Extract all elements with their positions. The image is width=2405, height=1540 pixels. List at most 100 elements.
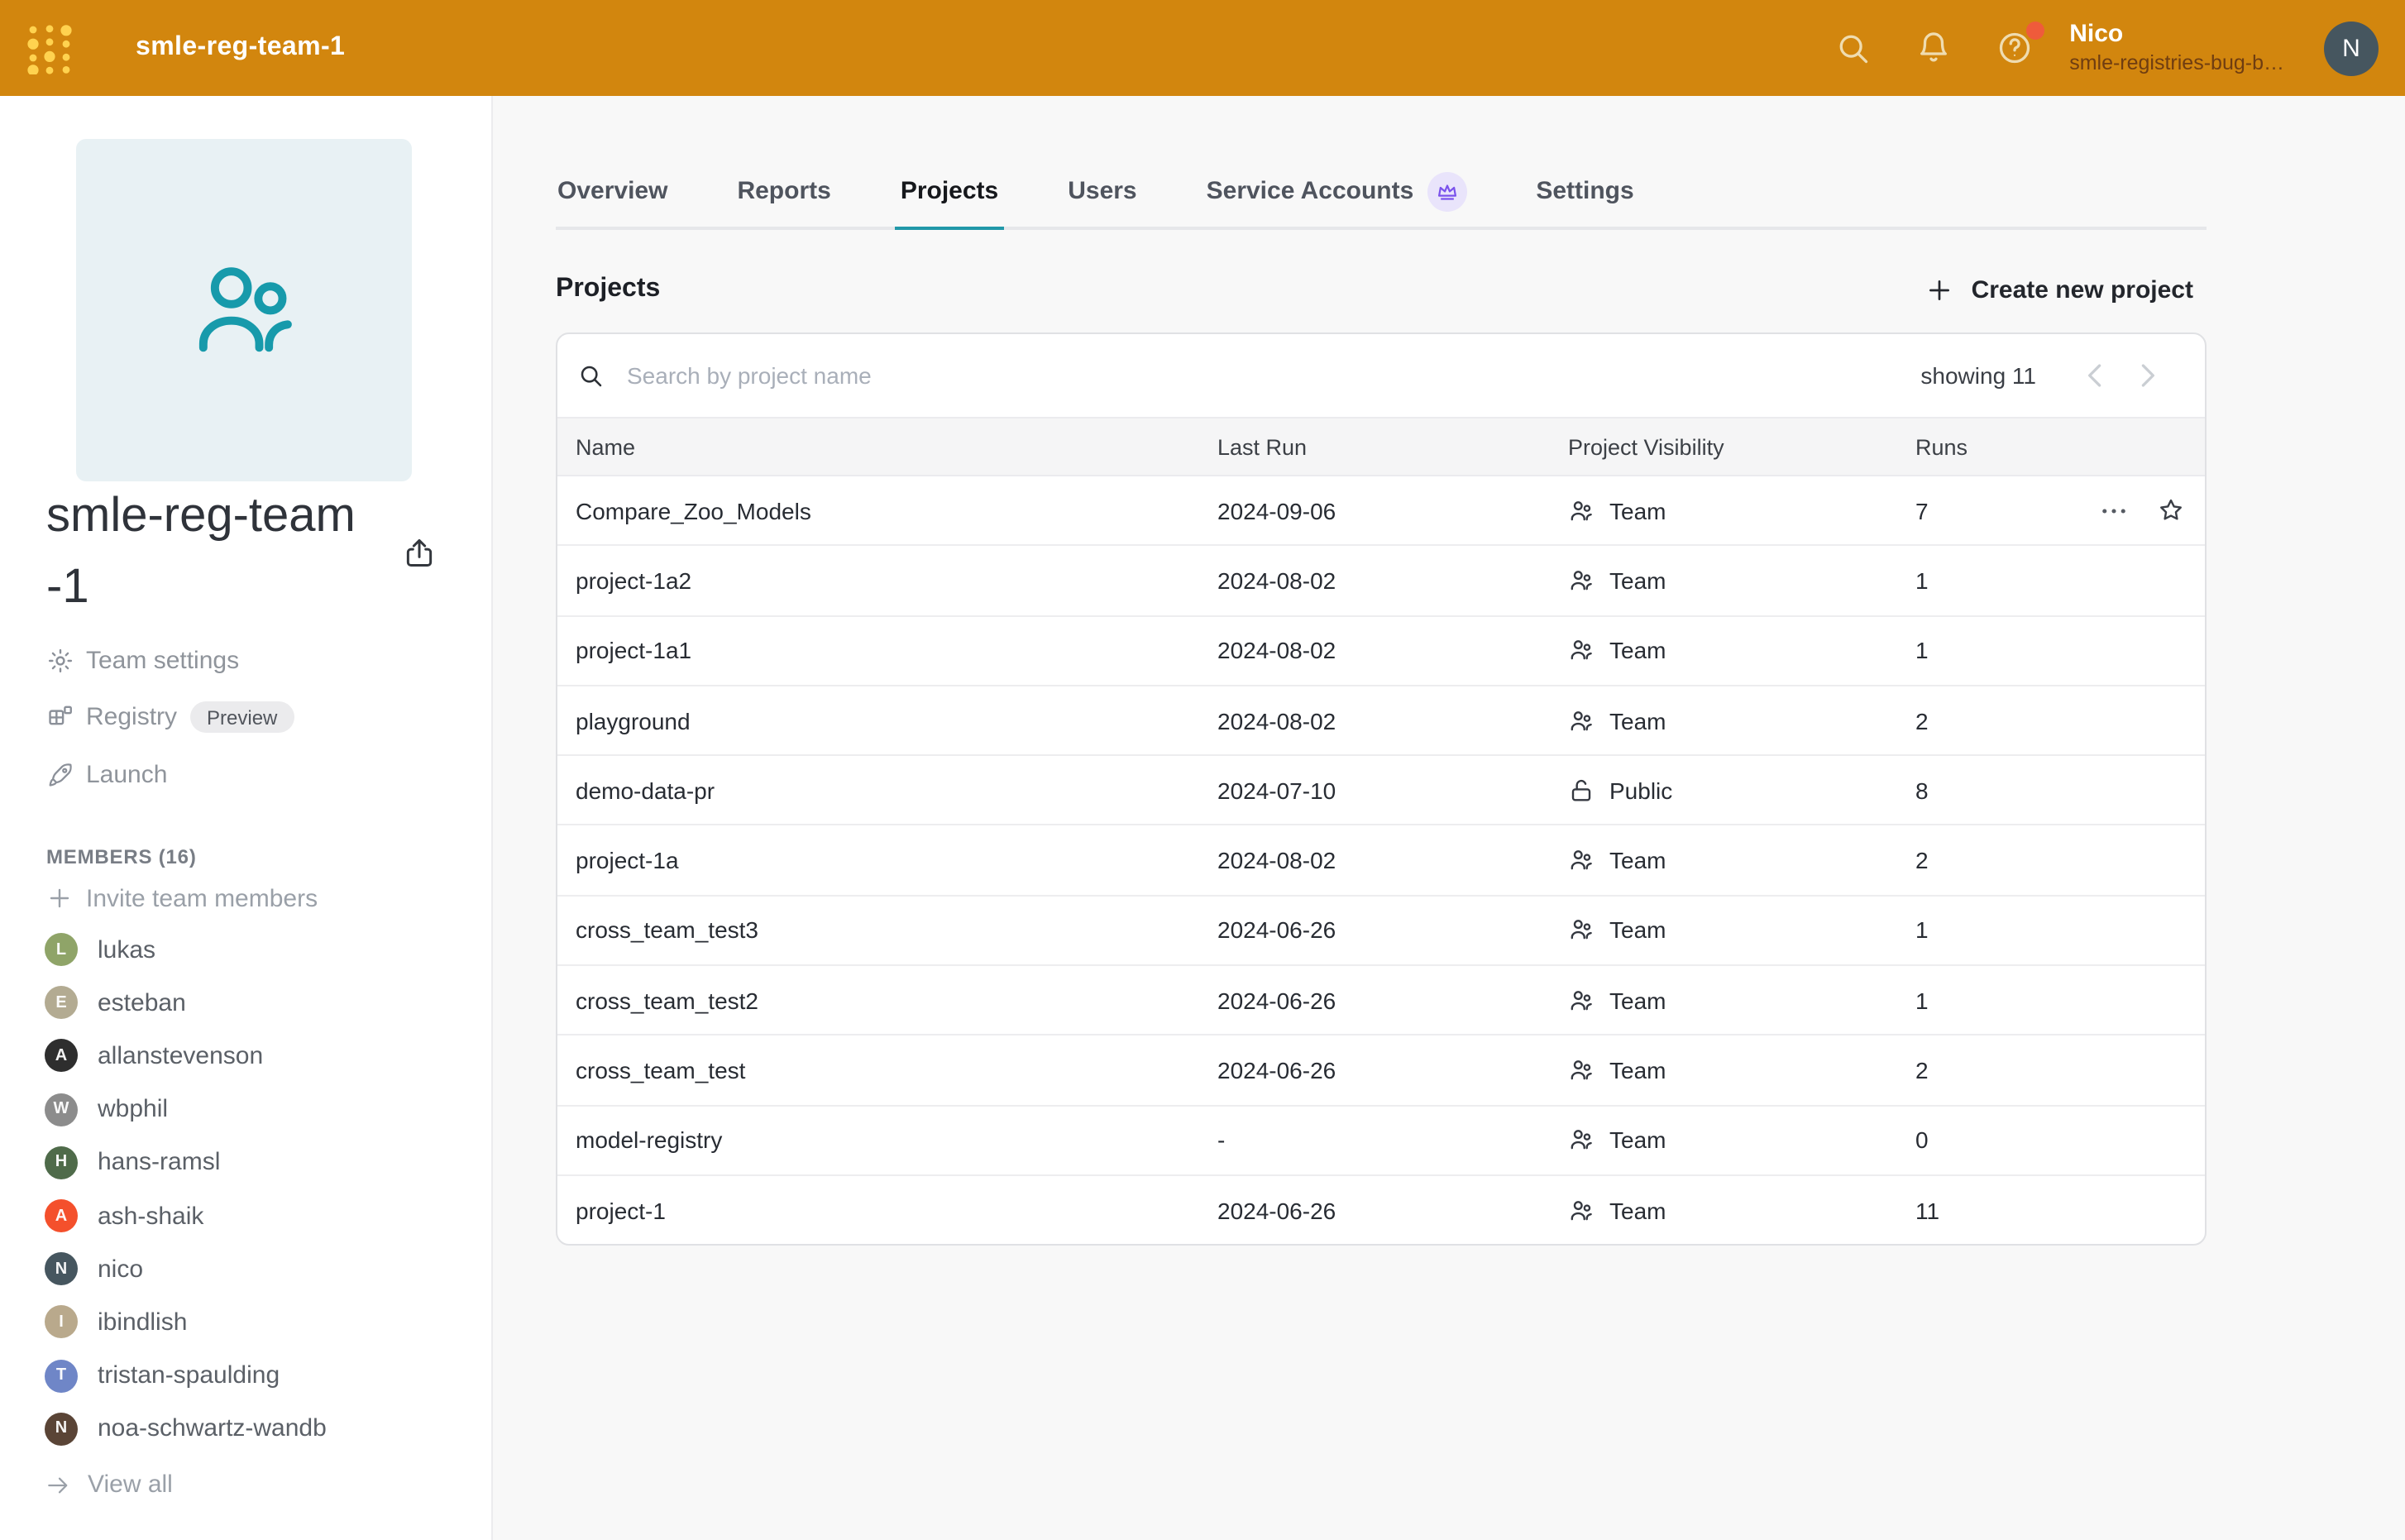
- runs-count-cell: 1: [1915, 567, 2205, 594]
- project-visibility: Team: [1568, 1057, 1915, 1083]
- tab-projects[interactable]: Projects: [899, 155, 1000, 227]
- member-name: tristan-spaulding: [98, 1361, 280, 1389]
- project-name: project-1a2: [557, 567, 1217, 594]
- member-row-nico[interactable]: Nnico: [45, 1242, 327, 1295]
- visibility-label: Team: [1609, 1197, 1666, 1223]
- runs-count: 1: [1915, 987, 1929, 1013]
- sidebar-nav: Team settingsRegistryPreview Launch: [46, 632, 294, 803]
- visibility-label: Team: [1609, 847, 1666, 873]
- column-header-last-run: Last Run: [1217, 434, 1568, 459]
- project-name: project-1a: [557, 847, 1217, 873]
- table-row-playground[interactable]: playground2024-08-02Team2: [557, 685, 2205, 755]
- tab-settings[interactable]: Settings: [1534, 155, 1635, 227]
- table-row-cross_team_test3[interactable]: cross_team_test32024-06-26Team1: [557, 895, 2205, 965]
- project-visibility: Team: [1568, 987, 1915, 1013]
- topbar-right-group: Nico smle-registries-bug-b… N: [1790, 20, 2379, 77]
- sidebar-item-launch[interactable]: Launch: [46, 746, 294, 803]
- invite-team-members-button[interactable]: Invite team members: [46, 878, 318, 918]
- star-icon[interactable]: [2157, 496, 2185, 524]
- app-window: smle-reg-team-1 Nico smle-r: [0, 0, 2405, 1540]
- table-row-project-1a1[interactable]: project-1a12024-08-02Team1: [557, 615, 2205, 685]
- team-users-icon: [1568, 497, 1595, 524]
- table-row-project-1[interactable]: project-12024-06-26Team11: [557, 1174, 2205, 1245]
- runs-count: 1: [1915, 567, 1929, 594]
- member-row-tristan-spaulding[interactable]: Ttristan-spaulding: [45, 1349, 327, 1402]
- table-body: Compare_Zoo_Models2024-09-06Team7project…: [557, 476, 2205, 1245]
- avatar: A: [45, 1040, 78, 1073]
- last-run-date: 2024-09-06: [1217, 497, 1568, 524]
- project-visibility: Public: [1568, 777, 1915, 804]
- create-new-project-button[interactable]: Create new project: [1925, 275, 2207, 304]
- avatar: A: [45, 1199, 78, 1232]
- runs-count: 11: [1915, 1197, 1939, 1223]
- member-name: ash-shaik: [98, 1202, 203, 1230]
- table-row-cross_team_test2[interactable]: cross_team_test22024-06-26Team1: [557, 964, 2205, 1035]
- team-users-icon: [1568, 707, 1595, 734]
- member-row-ibindlish[interactable]: Iibindlish: [45, 1296, 327, 1349]
- crown-badge: [1427, 171, 1466, 211]
- sidebar-item-label: Launch: [86, 761, 167, 789]
- visibility-label: Team: [1609, 497, 1666, 524]
- chevron-left-icon[interactable]: [2077, 357, 2114, 394]
- member-row-hans-ramsl[interactable]: Hhans-ramsl: [45, 1136, 327, 1189]
- table-row-cross_team_test[interactable]: cross_team_test2024-06-26Team2: [557, 1035, 2205, 1105]
- table-row-model-registry[interactable]: model-registry-Team0: [557, 1104, 2205, 1174]
- search-icon[interactable]: [1834, 30, 1871, 66]
- help-icon[interactable]: [1996, 30, 2033, 66]
- team-users-icon: [1568, 987, 1595, 1013]
- table-row-project-1a2[interactable]: project-1a22024-08-02Team1: [557, 545, 2205, 615]
- sidebar-item-registry[interactable]: RegistryPreview: [46, 689, 294, 746]
- team-users-icon: [1568, 1197, 1595, 1223]
- tab-service-accounts[interactable]: Service Accounts: [1205, 155, 1469, 227]
- share-icon[interactable]: [402, 536, 437, 571]
- last-run-date: 2024-08-02: [1217, 707, 1568, 734]
- chevron-right-icon[interactable]: [2129, 357, 2165, 394]
- runs-count: 8: [1915, 777, 1929, 804]
- table-header-row: NameLast RunProject VisibilityRuns: [557, 417, 2205, 476]
- team-people-icon: [186, 252, 302, 368]
- user-avatar[interactable]: N: [2324, 21, 2379, 75]
- tab-users[interactable]: Users: [1066, 155, 1138, 227]
- tab-reports[interactable]: Reports: [735, 155, 832, 227]
- project-visibility: Team: [1568, 707, 1915, 734]
- team-users-icon: [1568, 917, 1595, 944]
- members-header: MEMBERS (16): [46, 845, 197, 868]
- member-row-noa-schwartz-wandb[interactable]: Nnoa-schwartz-wandb: [45, 1402, 327, 1455]
- last-run-date: 2024-07-10: [1217, 777, 1568, 804]
- avatar: E: [45, 987, 78, 1020]
- row-actions: [2099, 495, 2205, 525]
- member-row-esteban[interactable]: Eesteban: [45, 976, 327, 1029]
- last-run-date: 2024-08-02: [1217, 567, 1568, 594]
- project-name: demo-data-pr: [557, 777, 1217, 804]
- tab-overview[interactable]: Overview: [556, 155, 669, 227]
- team-users-icon: [1568, 1127, 1595, 1154]
- runs-count-cell: 2: [1915, 847, 2205, 873]
- member-name: nico: [98, 1255, 143, 1283]
- member-row-lukas[interactable]: Llukas: [45, 923, 327, 976]
- project-visibility: Team: [1568, 847, 1915, 873]
- last-run-date: 2024-06-26: [1217, 1057, 1568, 1083]
- table-row-demo-data-pr[interactable]: demo-data-pr2024-07-10Public8: [557, 754, 2205, 825]
- view-all-members-link[interactable]: View all: [45, 1459, 327, 1512]
- member-row-allanstevenson[interactable]: Aallanstevenson: [45, 1030, 327, 1083]
- team-users-icon: [1568, 637, 1595, 663]
- notification-dot: [2026, 22, 2044, 40]
- table-row-Compare_Zoo_Models[interactable]: Compare_Zoo_Models2024-09-06Team7: [557, 476, 2205, 545]
- member-row-wbphil[interactable]: Wwbphil: [45, 1083, 327, 1136]
- avatar: W: [45, 1093, 78, 1126]
- bell-icon[interactable]: [1915, 30, 1952, 66]
- row-menu-icon[interactable]: [2099, 495, 2129, 525]
- column-header-runs: Runs: [1915, 434, 2205, 459]
- team-name: smle-reg-team -1: [46, 481, 402, 624]
- project-search-input[interactable]: [624, 361, 1920, 390]
- last-run-date: 2024-06-26: [1217, 987, 1568, 1013]
- runs-count-cell: 7: [1915, 495, 2205, 525]
- wandb-logo-icon[interactable]: [26, 22, 73, 74]
- user-block[interactable]: Nico smle-registries-bug-b…: [2069, 20, 2284, 77]
- tab-label: Settings: [1536, 177, 1633, 205]
- table-row-project-1a[interactable]: project-1a2024-08-02Team2: [557, 825, 2205, 895]
- runs-count: 7: [1915, 497, 1929, 524]
- member-row-ash-shaik[interactable]: Aash-shaik: [45, 1189, 327, 1242]
- sidebar-item-team-settings[interactable]: Team settings: [46, 632, 294, 689]
- project-visibility: Team: [1568, 567, 1915, 594]
